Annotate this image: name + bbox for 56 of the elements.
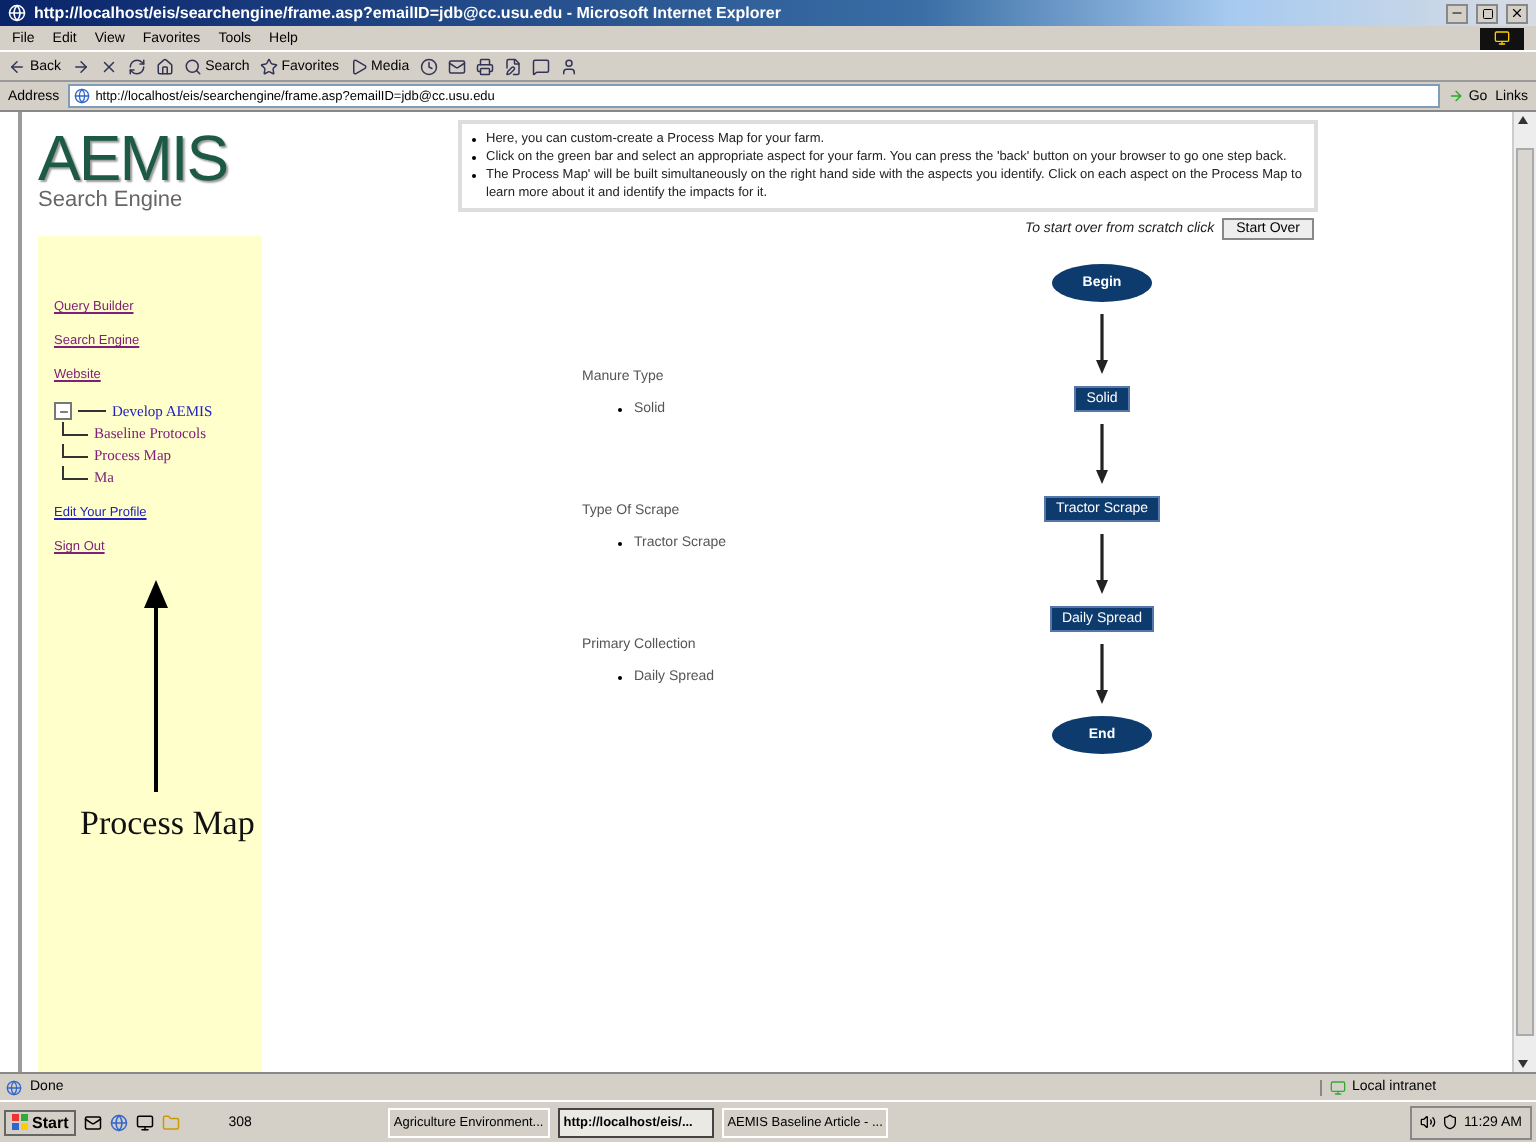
browser-icon xyxy=(8,4,26,22)
desktop-icon[interactable] xyxy=(136,1113,155,1131)
print-button[interactable] xyxy=(475,57,494,75)
page-icon xyxy=(73,88,90,104)
refresh-icon xyxy=(127,57,146,75)
forward-icon xyxy=(71,57,90,75)
refresh-button[interactable] xyxy=(127,57,146,75)
history-button[interactable] xyxy=(419,57,438,75)
stop-icon xyxy=(99,57,118,75)
collapse-icon[interactable] xyxy=(54,402,72,420)
mail-button[interactable] xyxy=(447,57,466,75)
edit-icon xyxy=(503,57,522,75)
scroll-down-icon[interactable] xyxy=(1514,1056,1532,1072)
down-arrow xyxy=(1094,314,1110,374)
intranet-icon xyxy=(1330,1079,1346,1095)
home-icon xyxy=(155,57,174,75)
mail-icon[interactable] xyxy=(84,1113,103,1131)
shield-icon xyxy=(1441,1114,1458,1130)
close-icon xyxy=(1510,6,1524,20)
tree-connector xyxy=(62,422,88,436)
scrollbar[interactable] xyxy=(1512,112,1536,1072)
home-button[interactable] xyxy=(155,57,174,75)
annotation-label: Process Map xyxy=(80,804,255,844)
messenger-button[interactable] xyxy=(559,57,578,75)
stop-button[interactable] xyxy=(99,57,118,75)
mail-icon xyxy=(447,57,466,75)
tree-connector xyxy=(62,444,88,458)
down-arrow xyxy=(1094,534,1110,594)
back-icon xyxy=(8,57,26,75)
down-arrow xyxy=(1094,644,1110,704)
play-icon xyxy=(349,57,368,75)
close-button[interactable] xyxy=(1506,3,1528,23)
edit-button[interactable] xyxy=(503,57,522,75)
chat-icon xyxy=(531,57,550,75)
arrow-icon xyxy=(1448,88,1465,104)
maximize-button[interactable] xyxy=(1476,3,1498,23)
clock-icon xyxy=(419,57,438,75)
browser-icon[interactable] xyxy=(110,1113,129,1131)
maximize-icon xyxy=(1481,7,1493,19)
person-icon xyxy=(559,57,578,75)
logo-subtitle: Search Engine xyxy=(38,188,185,212)
logo-title: AEMIS xyxy=(38,128,230,188)
forward-button[interactable] xyxy=(71,57,90,75)
star-icon xyxy=(259,57,278,75)
discuss-button[interactable] xyxy=(531,57,550,75)
search-icon xyxy=(183,57,202,75)
page-icon xyxy=(6,1079,22,1095)
minimize-button[interactable] xyxy=(1446,3,1468,23)
down-arrow xyxy=(1094,424,1110,484)
start-button[interactable]: Start xyxy=(4,1109,77,1135)
minimize-icon xyxy=(1450,6,1464,20)
printer-icon xyxy=(475,57,494,75)
speaker-icon xyxy=(1419,1114,1436,1130)
window-title: http://localhost/eis/searchengine/frame.asp?emailID=jdb@cc.usu.edu - Microsoft Internet Explorer xyxy=(34,4,783,22)
scroll-up-icon[interactable] xyxy=(1514,112,1532,128)
tree-connector xyxy=(62,466,88,480)
